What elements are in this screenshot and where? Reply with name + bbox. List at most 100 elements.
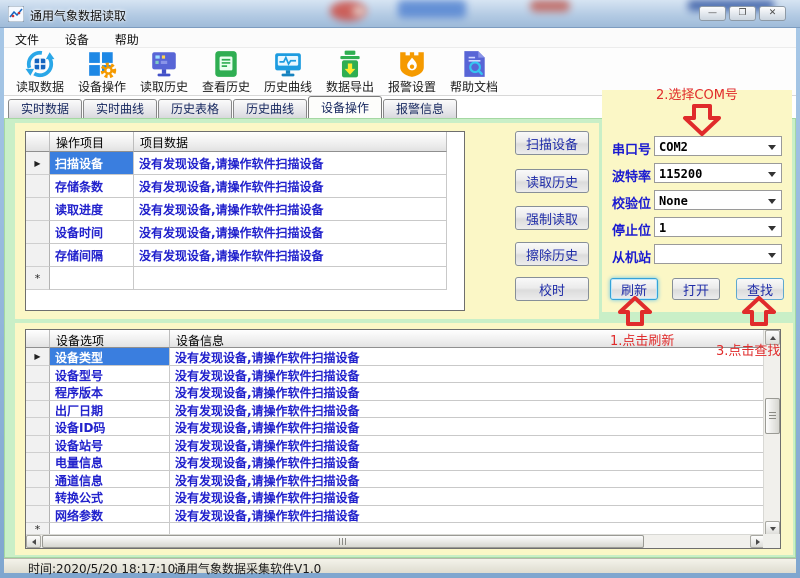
- column-header[interactable]: 操作项目: [50, 132, 134, 152]
- table-row[interactable]: 转换公式 没有发现设备,请操作软件扫描设备: [26, 488, 765, 506]
- scan-device-button[interactable]: 扫描设备: [515, 131, 589, 155]
- item-cell[interactable]: [50, 267, 134, 290]
- table-row[interactable]: ▶ 扫描设备 没有发现设备,请操作软件扫描设备: [26, 152, 464, 175]
- help-doc-icon: [459, 49, 489, 79]
- value-cell[interactable]: 没有发现设备,请操作软件扫描设备: [170, 348, 765, 366]
- refresh-button[interactable]: 刷新: [610, 278, 658, 300]
- item-cell[interactable]: 存储间隔: [50, 244, 134, 267]
- item-cell[interactable]: 读取进度: [50, 198, 134, 221]
- item-cell[interactable]: 转换公式: [50, 488, 170, 506]
- find-button[interactable]: 查找: [736, 278, 784, 300]
- value-cell[interactable]: 没有发现设备,请操作软件扫描设备: [134, 221, 447, 244]
- new-row[interactable]: *: [26, 267, 464, 290]
- menu-file[interactable]: 文件: [4, 28, 50, 48]
- value-cell[interactable]: 没有发现设备,请操作软件扫描设备: [134, 198, 447, 221]
- column-header[interactable]: 项目数据: [134, 132, 447, 152]
- table-row[interactable]: 设备ID码 没有发现设备,请操作软件扫描设备: [26, 418, 765, 436]
- maximize-button[interactable]: ❐: [729, 6, 756, 21]
- value-cell[interactable]: 没有发现设备,请操作软件扫描设备: [134, 175, 447, 198]
- menu-device[interactable]: 设备: [54, 28, 100, 48]
- table-row[interactable]: 设备站号 没有发现设备,请操作软件扫描设备: [26, 436, 765, 454]
- value-cell[interactable]: 没有发现设备,请操作软件扫描设备: [134, 244, 447, 267]
- tab-device-operate[interactable]: 设备操作: [308, 96, 382, 118]
- time-sync-button[interactable]: 校时: [515, 277, 589, 301]
- toolbar-button-help-doc[interactable]: 帮助文档: [443, 48, 505, 95]
- table-row[interactable]: 通道信息 没有发现设备,请操作软件扫描设备: [26, 471, 765, 489]
- item-cell[interactable]: 存储条数: [50, 175, 134, 198]
- device-table: 设备选项 设备信息 ▶ 设备类型 没有发现设备,请操作软件扫描设备 设备型号 没…: [25, 329, 781, 549]
- chevron-down-icon: [768, 172, 776, 177]
- table-row[interactable]: 电量信息 没有发现设备,请操作软件扫描设备: [26, 453, 765, 471]
- item-cell[interactable]: 设备站号: [50, 436, 170, 454]
- close-button[interactable]: ✕: [759, 6, 786, 21]
- vertical-scrollbar[interactable]: [763, 330, 780, 536]
- item-cell[interactable]: 程序版本: [50, 383, 170, 401]
- value-cell[interactable]: 没有发现设备,请操作软件扫描设备: [170, 366, 765, 384]
- item-cell[interactable]: 网络参数: [50, 506, 170, 524]
- serial-port-select[interactable]: COM2: [654, 136, 782, 156]
- vertical-scroll-thumb[interactable]: [765, 398, 780, 434]
- row-header-cell: [26, 453, 50, 471]
- toolbar-button-data-export[interactable]: 数据导出: [319, 48, 381, 95]
- value-cell[interactable]: 没有发现设备,请操作软件扫描设备: [170, 488, 765, 506]
- item-cell[interactable]: 设备ID码: [50, 418, 170, 436]
- toolbar-button-read-history[interactable]: 读取历史: [133, 48, 195, 95]
- tab-alarm-info[interactable]: 报警信息: [383, 99, 457, 118]
- toolbar-button-history-curve[interactable]: 历史曲线: [257, 48, 319, 95]
- horizontal-scrollbar[interactable]: [26, 534, 765, 548]
- item-cell[interactable]: 设备型号: [50, 366, 170, 384]
- value-cell[interactable]: 没有发现设备,请操作软件扫描设备: [170, 471, 765, 489]
- value-cell[interactable]: 没有发现设备,请操作软件扫描设备: [170, 436, 765, 454]
- read-history-button[interactable]: 读取历史: [515, 169, 589, 193]
- table-row[interactable]: 读取进度 没有发现设备,请操作软件扫描设备: [26, 198, 464, 221]
- scrollbar-corner: [763, 534, 780, 548]
- value-cell[interactable]: [134, 267, 447, 290]
- item-cell[interactable]: 设备类型: [50, 348, 170, 366]
- value-cell[interactable]: 没有发现设备,请操作软件扫描设备: [134, 152, 447, 175]
- tab-realtime-curve[interactable]: 实时曲线: [83, 99, 157, 118]
- operation-table-header: 操作项目 项目数据: [26, 132, 464, 152]
- erase-history-button[interactable]: 擦除历史: [515, 242, 589, 266]
- table-row[interactable]: 程序版本 没有发现设备,请操作软件扫描设备: [26, 383, 765, 401]
- toolbar-button-view-history[interactable]: 查看历史: [195, 48, 257, 95]
- force-read-button[interactable]: 强制读取: [515, 206, 589, 230]
- table-row[interactable]: 设备时间 没有发现设备,请操作软件扫描设备: [26, 221, 464, 244]
- toolbar-button-device-operate[interactable]: 设备操作: [71, 48, 133, 95]
- tab-history-table[interactable]: 历史表格: [158, 99, 232, 118]
- toolbar-button-alarm-settings[interactable]: 报警设置: [381, 48, 443, 95]
- value-cell[interactable]: 没有发现设备,请操作软件扫描设备: [170, 506, 765, 524]
- column-header[interactable]: 设备选项: [50, 330, 170, 348]
- scroll-left-button[interactable]: [26, 535, 41, 548]
- alarm-settings-icon: [397, 49, 427, 79]
- table-row[interactable]: 存储条数 没有发现设备,请操作软件扫描设备: [26, 175, 464, 198]
- row-header-cell: [26, 471, 50, 489]
- value-cell[interactable]: 没有发现设备,请操作软件扫描设备: [170, 401, 765, 419]
- item-cell[interactable]: 电量信息: [50, 453, 170, 471]
- tab-history-curve[interactable]: 历史曲线: [233, 99, 307, 118]
- item-cell[interactable]: 出厂日期: [50, 401, 170, 419]
- table-row[interactable]: 设备型号 没有发现设备,请操作软件扫描设备: [26, 366, 765, 384]
- stop-bit-select[interactable]: 1: [654, 217, 782, 237]
- column-header[interactable]: 设备信息: [170, 330, 765, 348]
- value-cell[interactable]: 没有发现设备,请操作软件扫描设备: [170, 383, 765, 401]
- table-row[interactable]: 网络参数 没有发现设备,请操作软件扫描设备: [26, 506, 765, 524]
- titlebar[interactable]: 通用气象数据读取 — ❐ ✕: [0, 0, 800, 28]
- value-cell[interactable]: 没有发现设备,请操作软件扫描设备: [170, 418, 765, 436]
- parity-select[interactable]: None: [654, 190, 782, 210]
- tab-realtime-data[interactable]: 实时数据: [8, 99, 82, 118]
- minimize-button[interactable]: —: [699, 6, 726, 21]
- toolbar-button-read-data[interactable]: 读取数据: [9, 48, 71, 95]
- table-row[interactable]: ▶ 设备类型 没有发现设备,请操作软件扫描设备: [26, 348, 765, 366]
- horizontal-scroll-thumb[interactable]: [42, 535, 644, 548]
- item-cell[interactable]: 扫描设备: [50, 152, 134, 175]
- item-cell[interactable]: 通道信息: [50, 471, 170, 489]
- menu-help[interactable]: 帮助: [104, 28, 150, 48]
- slave-station-select[interactable]: [654, 244, 782, 264]
- table-row[interactable]: 出厂日期 没有发现设备,请操作软件扫描设备: [26, 401, 765, 419]
- item-cell[interactable]: 设备时间: [50, 221, 134, 244]
- baud-rate-select[interactable]: 115200: [654, 163, 782, 183]
- open-button[interactable]: 打开: [672, 278, 720, 300]
- scroll-up-button[interactable]: [765, 330, 780, 345]
- table-row[interactable]: 存储间隔 没有发现设备,请操作软件扫描设备: [26, 244, 464, 267]
- value-cell[interactable]: 没有发现设备,请操作软件扫描设备: [170, 453, 765, 471]
